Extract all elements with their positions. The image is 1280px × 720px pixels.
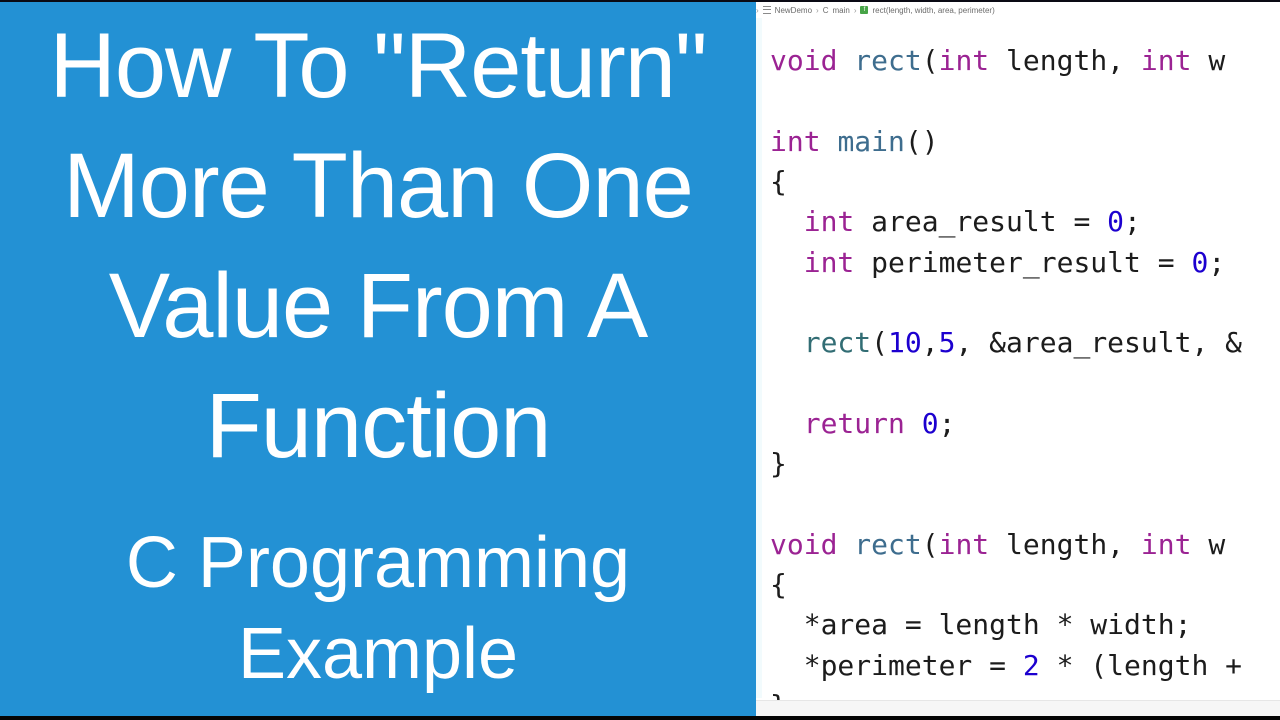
code-token-kw: void	[770, 44, 838, 77]
code-line: *area = length * width;	[770, 608, 1192, 642]
code-token-num: 0	[1107, 205, 1125, 239]
code-token: (	[921, 527, 939, 561]
code-token-num: 10	[888, 326, 922, 360]
code-token: {	[770, 567, 787, 601]
code-token-kw: int	[770, 124, 821, 158]
code-token: *perimeter =	[770, 648, 1023, 682]
code-line: return 0;	[770, 406, 956, 441]
code-token-fn2: main	[837, 124, 905, 158]
folder-icon	[762, 6, 771, 14]
code-token-kw: int	[1140, 44, 1192, 77]
code-token-kw: int	[938, 527, 990, 561]
code-line: void rect(int length, int w	[770, 44, 1225, 78]
code-token: area_result =	[854, 205, 1108, 239]
code-token: length,	[989, 44, 1141, 77]
code-line: rect(10,5, &area_result, &	[770, 326, 1242, 360]
code-line: int perimeter_result = 0;	[770, 246, 1225, 280]
code-token: ;	[1124, 205, 1141, 239]
code-line: int area_result = 0;	[770, 205, 1141, 239]
code-token: ,	[921, 326, 939, 360]
code-token: }	[770, 447, 787, 480]
thumbnail-title-panel: How To "Return" More Than One Value From…	[0, 2, 756, 716]
code-token-kw: int	[938, 44, 990, 77]
breadcrumb-item-function[interactable]: rect(length, width, area, perimeter)	[872, 6, 994, 15]
chevron-right-icon: ›	[816, 5, 819, 15]
code-token-num: 2	[1022, 648, 1040, 682]
code-token: w	[1191, 527, 1226, 561]
title-line-3: Value From A	[108, 255, 649, 357]
title-line-1: How To "Return"	[49, 15, 707, 117]
code-token-num: 5	[938, 326, 956, 360]
code-token-kw: int	[803, 245, 855, 279]
code-token-fn2: rect	[854, 44, 922, 77]
code-token: perimeter_result =	[854, 245, 1192, 279]
code-line: }	[770, 447, 787, 481]
chevron-right-icon: ›	[853, 5, 857, 15]
code-token-kw: int	[1140, 527, 1192, 561]
code-token-kw: int	[803, 205, 855, 239]
code-token-num: 0	[1191, 245, 1209, 279]
code-line: *perimeter = 2 * (length +	[770, 649, 1242, 683]
code-token-kw: void	[770, 527, 838, 561]
code-token-fn2: rect	[854, 527, 922, 561]
code-line: void rect(int length, int w	[770, 528, 1225, 562]
subtitle-line-1: C Programming	[125, 523, 631, 603]
bottom-border	[0, 716, 1280, 720]
editor-gutter	[756, 18, 762, 698]
title-line-2: More Than One	[63, 135, 694, 237]
title-line-4: Function	[205, 375, 552, 477]
code-token: {	[770, 164, 787, 198]
code-token: , &area_result, &	[955, 326, 1243, 360]
code-token: w	[1191, 44, 1226, 77]
code-token: ;	[938, 406, 956, 440]
code-token: (	[871, 326, 889, 360]
breadcrumb-item-project[interactable]: NewDemo	[775, 6, 812, 15]
breadcrumb-item-file-type[interactable]: C	[823, 6, 829, 15]
subtitle-line-2: Example	[237, 614, 519, 694]
code-token: ;	[1208, 245, 1226, 279]
breadcrumb-item-file[interactable]: main	[832, 6, 849, 15]
code-line: int main()	[770, 125, 939, 159]
code-token: length,	[989, 527, 1141, 561]
code-token-kw: return	[803, 406, 905, 440]
code-token-fn: rect	[803, 326, 872, 360]
editor-status-bar	[756, 700, 1280, 716]
code-token: * (length +	[1039, 648, 1243, 682]
chevron-right-icon: ›	[756, 5, 759, 15]
code-token: ()	[904, 124, 939, 158]
code-line: {	[770, 568, 787, 602]
code-line: {	[770, 165, 787, 199]
code-token-num: 0	[921, 406, 939, 440]
breadcrumb: › NewDemo › C main › f rect(length, widt…	[756, 2, 1280, 18]
function-icon: f	[860, 6, 869, 14]
code-token: *area = length * width;	[770, 608, 1192, 642]
code-editor: › NewDemo › C main › f rect(length, widt…	[756, 2, 1280, 716]
code-token: (	[921, 44, 939, 77]
